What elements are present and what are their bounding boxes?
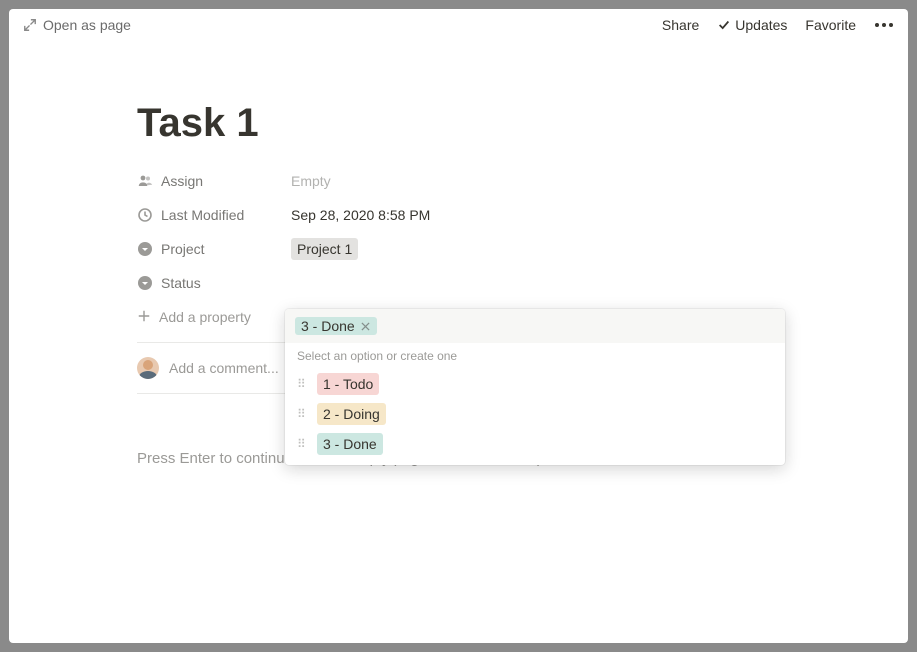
drag-handle-icon[interactable]: ⠿ xyxy=(297,377,309,391)
updates-button[interactable]: Updates xyxy=(717,17,787,33)
person-icon xyxy=(137,173,153,189)
open-as-page-button[interactable]: Open as page xyxy=(23,17,131,33)
drag-handle-icon[interactable]: ⠿ xyxy=(297,407,309,421)
property-label-text: Assign xyxy=(161,173,203,189)
add-property-label: Add a property xyxy=(159,309,251,325)
property-label-last-modified[interactable]: Last Modified xyxy=(137,207,291,223)
comment-placeholder: Add a comment... xyxy=(169,360,279,376)
option-tag: 2 - Doing xyxy=(317,403,386,425)
project-tag: Project 1 xyxy=(291,238,358,260)
property-row-project: Project Project 1 xyxy=(137,232,778,266)
dropdown-options: ⠿ 1 - Todo ⠿ 2 - Doing ⠿ 3 - Done xyxy=(285,369,785,465)
status-option-done[interactable]: ⠿ 3 - Done xyxy=(285,429,785,459)
check-icon xyxy=(717,18,731,32)
property-row-last-modified: Last Modified Sep 28, 2020 8:58 PM xyxy=(137,198,778,232)
expand-icon xyxy=(23,18,37,32)
favorite-button[interactable]: Favorite xyxy=(805,17,856,33)
open-as-page-label: Open as page xyxy=(43,17,131,33)
property-value-project[interactable]: Project 1 xyxy=(291,238,778,260)
selected-status-tag: 3 - Done xyxy=(295,317,377,335)
property-row-status: Status xyxy=(137,266,778,300)
property-label-text: Last Modified xyxy=(161,207,244,223)
dropdown-selected-row[interactable]: 3 - Done xyxy=(285,309,785,343)
select-icon xyxy=(137,275,153,291)
property-value-assign[interactable]: Empty xyxy=(291,173,778,189)
more-menu-button[interactable] xyxy=(874,22,894,28)
remove-tag-button[interactable] xyxy=(359,319,373,333)
content-scroll[interactable]: Task 1 Assign xyxy=(9,41,908,643)
share-button[interactable]: Share xyxy=(662,17,699,33)
status-option-doing[interactable]: ⠿ 2 - Doing xyxy=(285,399,785,429)
property-value-last-modified[interactable]: Sep 28, 2020 8:58 PM xyxy=(291,207,778,223)
page-modal: Open as page Share Updates Favorite xyxy=(9,9,908,643)
plus-icon xyxy=(137,309,151,326)
property-label-assign[interactable]: Assign xyxy=(137,173,291,189)
property-label-text: Project xyxy=(161,241,205,257)
dropdown-hint: Select an option or create one xyxy=(285,343,785,369)
property-label-project[interactable]: Project xyxy=(137,241,291,257)
select-icon xyxy=(137,241,153,257)
property-label-text: Status xyxy=(161,275,201,291)
drag-handle-icon[interactable]: ⠿ xyxy=(297,437,309,451)
property-label-status[interactable]: Status xyxy=(137,275,291,291)
avatar xyxy=(137,357,159,379)
clock-icon xyxy=(137,207,153,223)
option-tag: 1 - Todo xyxy=(317,373,379,395)
property-row-assign: Assign Empty xyxy=(137,164,778,198)
updates-label: Updates xyxy=(735,17,787,33)
selected-status-label: 3 - Done xyxy=(301,318,355,334)
page-title[interactable]: Task 1 xyxy=(137,101,778,146)
option-tag: 3 - Done xyxy=(317,433,383,455)
status-select-dropdown: 3 - Done Select an option or create one … xyxy=(285,309,785,465)
status-option-todo[interactable]: ⠿ 1 - Todo xyxy=(285,369,785,399)
topbar: Open as page Share Updates Favorite xyxy=(9,9,908,41)
